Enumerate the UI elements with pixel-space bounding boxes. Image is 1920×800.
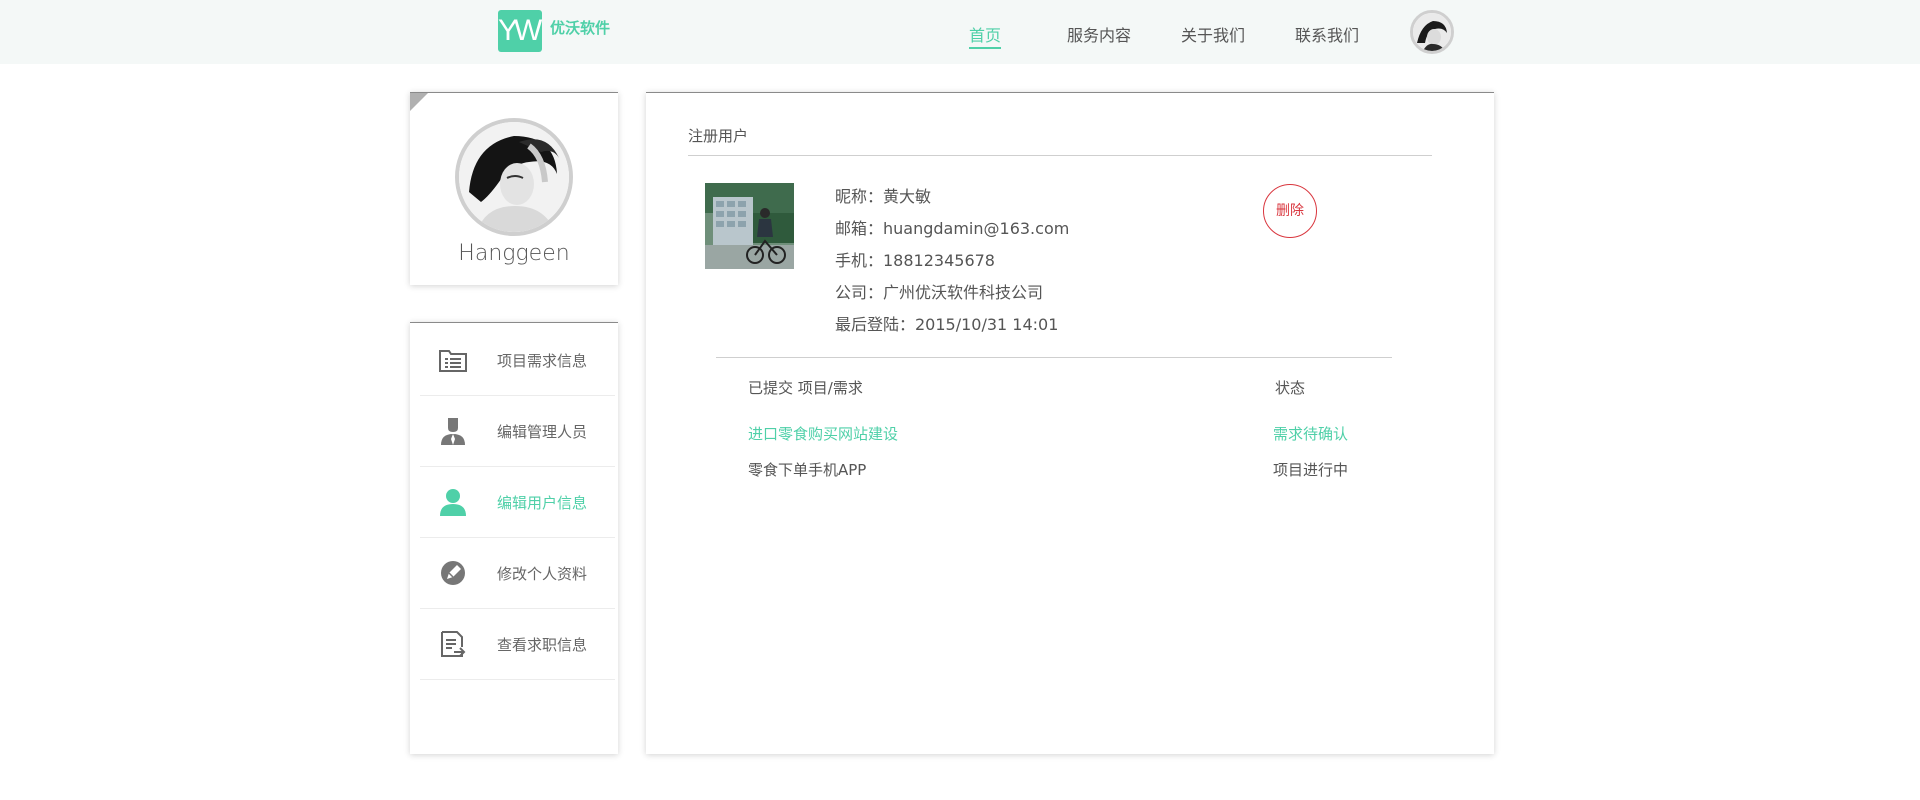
list-folder-icon xyxy=(439,350,467,372)
table-row: 进口零食购买网站建设 需求待确认 xyxy=(748,423,1368,449)
nav-contact[interactable]: 联系我们 xyxy=(1295,22,1359,46)
section-title: 注册用户 xyxy=(688,127,749,145)
profile-name: Hanggeen xyxy=(458,241,570,266)
project-status: 项目进行中 xyxy=(1273,461,1349,479)
user-nickname: 昵称：黄大敏 xyxy=(835,187,932,206)
user-photo xyxy=(705,183,794,269)
sidebar-item-edit-admins[interactable]: 编辑管理人员 xyxy=(420,396,615,467)
sidebar-item-project-requirements[interactable]: 项目需求信息 xyxy=(420,325,615,396)
nav-home[interactable]: 首页 xyxy=(969,22,1002,49)
sidebar-item-label: 编辑管理人员 xyxy=(497,423,588,441)
user-email: 邮箱：huangdamin@163.com xyxy=(835,219,1070,238)
main-panel: 注册用户 昵称：黄大敏 邮箱：huangdamin@163.com 手机：188… xyxy=(646,92,1494,754)
column-header-projects: 已提交 项目/需求 xyxy=(748,379,863,397)
user-last-login: 最后登陆：2015/10/31 14:01 xyxy=(835,315,1059,334)
user-company: 公司：广州优沃软件科技公司 xyxy=(835,283,1044,302)
sidebar-item-label: 编辑用户信息 xyxy=(497,494,588,512)
profile-avatar xyxy=(455,118,573,236)
project-name-link[interactable]: 零食下单手机APP xyxy=(748,459,866,480)
sidebar-item-label: 修改个人资料 xyxy=(497,565,588,583)
user-info: 昵称：黄大敏 邮箱：huangdamin@163.com 手机：18812345… xyxy=(835,181,1069,341)
side-menu: 项目需求信息 编辑管理人员 编辑用户信息 修改个人资料 查看求职信息 xyxy=(410,322,618,754)
admin-user-icon xyxy=(441,418,465,445)
column-header-status: 状态 xyxy=(1275,379,1306,397)
side-menu-list: 项目需求信息 编辑管理人员 编辑用户信息 修改个人资料 查看求职信息 xyxy=(420,325,615,680)
nav-services[interactable]: 服务内容 xyxy=(1067,22,1131,46)
table-row: 零食下单手机APP 项目进行中 xyxy=(748,459,1368,485)
sidebar-item-label: 项目需求信息 xyxy=(497,352,588,370)
user-photo-image xyxy=(705,183,794,269)
nav-about[interactable]: 关于我们 xyxy=(1181,22,1245,46)
avatar-portrait-icon xyxy=(1413,13,1451,51)
sidebar-item-edit-users[interactable]: 编辑用户信息 xyxy=(420,467,615,538)
divider xyxy=(716,357,1392,358)
sidebar-item-job-applications[interactable]: 查看求职信息 xyxy=(420,609,615,680)
divider xyxy=(688,155,1432,156)
profile-portrait-icon xyxy=(459,122,569,232)
top-navbar: YW 优沃软件 首页 服务内容 关于我们 联系我们 xyxy=(0,0,1920,64)
document-arrow-icon xyxy=(441,631,466,657)
profile-card: Hanggeen xyxy=(410,92,618,285)
sidebar-item-label: 查看求职信息 xyxy=(497,636,588,654)
delete-button[interactable]: 删除 xyxy=(1263,184,1317,238)
project-name-link[interactable]: 进口零食购买网站建设 xyxy=(748,423,898,444)
edit-pen-icon xyxy=(441,561,465,585)
project-status: 需求待确认 xyxy=(1273,425,1349,443)
main-nav: 首页 服务内容 关于我们 联系我们 xyxy=(0,22,1920,52)
user-avatar[interactable] xyxy=(1410,10,1454,54)
user-phone: 手机：18812345678 xyxy=(835,251,995,270)
user-icon xyxy=(440,489,466,516)
corner-fold-icon xyxy=(410,93,428,111)
sidebar-item-edit-profile[interactable]: 修改个人资料 xyxy=(420,538,615,609)
